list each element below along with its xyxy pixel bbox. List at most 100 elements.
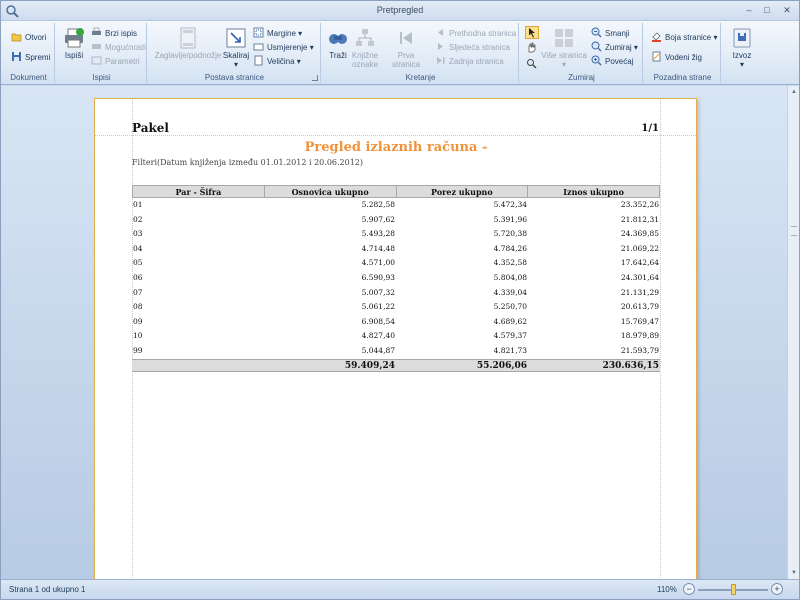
cell-partner: 07 (133, 287, 143, 297)
cell-amount: 18.979,89 (620, 331, 659, 341)
cell-base: 4.714,48 (361, 243, 395, 253)
zoom-out-button[interactable]: Smanji (591, 27, 629, 40)
group-print: Ispiši Brzi ispis Mogućnosti Parametri I… (57, 23, 147, 83)
scroll-thumb[interactable] (791, 226, 797, 236)
scale-button[interactable]: Skaliraj ▾ (221, 27, 251, 69)
first-page-button[interactable]: Prva stranica (383, 27, 429, 69)
cell-base: 4.571,00 (361, 258, 395, 268)
multiple-pages-button[interactable]: Više stranica ▾ (541, 27, 587, 69)
table-row: 01 5.282,58 5.472,34 23.352,26 (132, 198, 660, 213)
pointer-button[interactable] (525, 26, 539, 39)
find-button[interactable]: Traži (325, 27, 351, 60)
margins-button[interactable]: Margine ▾ (253, 27, 302, 40)
margin-guide-right (660, 99, 661, 580)
table-row: 05 4.571,00 4.352,58 17.642,64 (132, 256, 660, 271)
column-header-amount: Iznos ukupno (563, 187, 624, 197)
cell-partner: 03 (133, 229, 143, 239)
orientation-button[interactable]: Usmjerenje ▾ (253, 41, 314, 54)
zoom-slider-thumb[interactable] (731, 584, 737, 595)
status-bar: Strana 1 od ukupno 1 110% − + (1, 579, 799, 599)
cell-partner: 01 (133, 200, 143, 209)
page-color-icon (652, 32, 661, 42)
group-label-document: Dokument (10, 73, 47, 82)
pointer-icon (529, 28, 535, 38)
previous-page-icon (438, 29, 443, 36)
cell-tax: 4.579,37 (493, 331, 527, 341)
zoom-in-slider-button[interactable]: + (771, 583, 783, 595)
last-page-icon (437, 57, 445, 64)
cell-partner: 02 (133, 214, 143, 224)
zoom-out-slider-button[interactable]: − (683, 583, 695, 595)
maximize-button[interactable]: □ (759, 4, 775, 17)
first-page-icon (400, 32, 412, 44)
cell-partner: 05 (133, 258, 143, 268)
page-info: Strana 1 od ukupno 1 (9, 585, 86, 594)
scroll-down-icon[interactable]: ▼ (788, 567, 800, 579)
report-table: Par - Šifra Osnovica ukupno Porez ukupno… (132, 185, 660, 372)
multiple-pages-icon (555, 29, 573, 47)
table-row: 10 4.827,40 4.579,37 18.979,89 (132, 329, 660, 344)
cell-tax: 4.784,26 (493, 243, 527, 253)
quick-print-button[interactable]: Brzi ispis (91, 27, 137, 40)
cell-tax: 5.391,96 (493, 214, 527, 224)
magnifier-button[interactable] (526, 58, 540, 71)
print-icon (65, 28, 84, 48)
window-title: Pretpregled (376, 5, 424, 15)
magnifier-icon (527, 59, 537, 69)
zoom-icon (591, 41, 602, 52)
next-page-icon (438, 43, 443, 50)
table-row: 04 4.714,48 4.784,26 21.069,22 (132, 242, 660, 257)
next-page-button[interactable]: Sljedeća stranica (435, 41, 510, 54)
group-label-print: Ispisi (92, 73, 111, 82)
minimize-button[interactable]: – (741, 4, 757, 17)
zoom-button[interactable]: Zumiraj ▾ (591, 41, 638, 54)
cell-amount: 17.642,64 (620, 258, 659, 268)
table-body: 01 5.282,58 5.472,34 23.352,26 02 5.907,62 5.3… (132, 198, 660, 359)
total-label (132, 360, 264, 371)
close-button[interactable]: ✕ (779, 4, 795, 17)
save-button[interactable]: Spremi (11, 51, 50, 64)
page-color-button[interactable]: Boja stranice ▾ (651, 31, 718, 44)
vertical-scrollbar[interactable]: ▲ ▼ (787, 86, 799, 579)
header-footer-button[interactable]: Zaglavlje/podnožje (153, 27, 223, 60)
cell-amount: 24.369,85 (620, 229, 659, 239)
parameters-button[interactable]: Parametri (91, 55, 140, 68)
group-background: Boja stranice ▾ Vodeni žig Pozadina stra… (645, 23, 721, 83)
cell-tax: 5.720,38 (493, 229, 527, 239)
zoom-in-button[interactable]: Povećaj (591, 55, 633, 68)
group-label-page-setup: Postava stranice (204, 73, 265, 82)
watermark-button[interactable]: Vodeni žig (651, 51, 702, 64)
zoom-out-icon (591, 27, 602, 38)
report-title: Pregled izlaznih računa - (304, 140, 488, 155)
export-button[interactable]: Izvoz ▾ (727, 27, 757, 69)
report-page: Pakel 1/1 Pregled izlaznih računa - Filt… (94, 98, 698, 580)
cell-amount: 23.352,26 (620, 200, 659, 209)
parameters-icon (91, 56, 102, 65)
open-button[interactable]: Otvori (11, 31, 46, 44)
cell-partner: 09 (133, 316, 143, 326)
cell-base: 5.282,58 (361, 200, 395, 209)
total-amount: 230.636,15 (602, 360, 659, 371)
table-row: 99 5.044,87 4.821,73 21.593,79 (132, 344, 660, 359)
ribbon: Otvori Spremi Dokument Ispiši Brzi ispis… (1, 21, 799, 85)
column-header-base: Osnovica ukupno (265, 186, 397, 197)
scroll-up-icon[interactable]: ▲ (788, 86, 800, 98)
total-tax: 55.206,06 (476, 360, 527, 371)
previous-page-button[interactable]: Prethodna stranica (435, 27, 516, 40)
column-header-tax: Porez ukupno (397, 186, 529, 197)
print-button[interactable]: Ispiši (59, 27, 89, 60)
hand-tool-button[interactable] (526, 42, 540, 55)
options-button[interactable]: Mogućnosti (91, 41, 146, 54)
scale-icon (226, 28, 246, 48)
report-filter: Filteri(Datum knjiženja između 01.01.201… (132, 158, 364, 167)
cell-tax: 4.352,58 (493, 258, 527, 268)
cell-base: 5.044,87 (361, 345, 395, 355)
cell-base: 6.590,93 (361, 272, 395, 282)
cell-base: 6.908,54 (361, 316, 395, 326)
table-row: 07 5.007,32 4.339,04 21.131,29 (132, 286, 660, 301)
cell-tax: 4.339,04 (493, 287, 527, 297)
last-page-button[interactable]: Zadnja stranica (435, 55, 504, 68)
cell-partner: 04 (133, 243, 143, 253)
bookmarks-button[interactable]: Knjižne oznake (351, 27, 379, 69)
size-button[interactable]: Veličina ▾ (253, 55, 301, 68)
